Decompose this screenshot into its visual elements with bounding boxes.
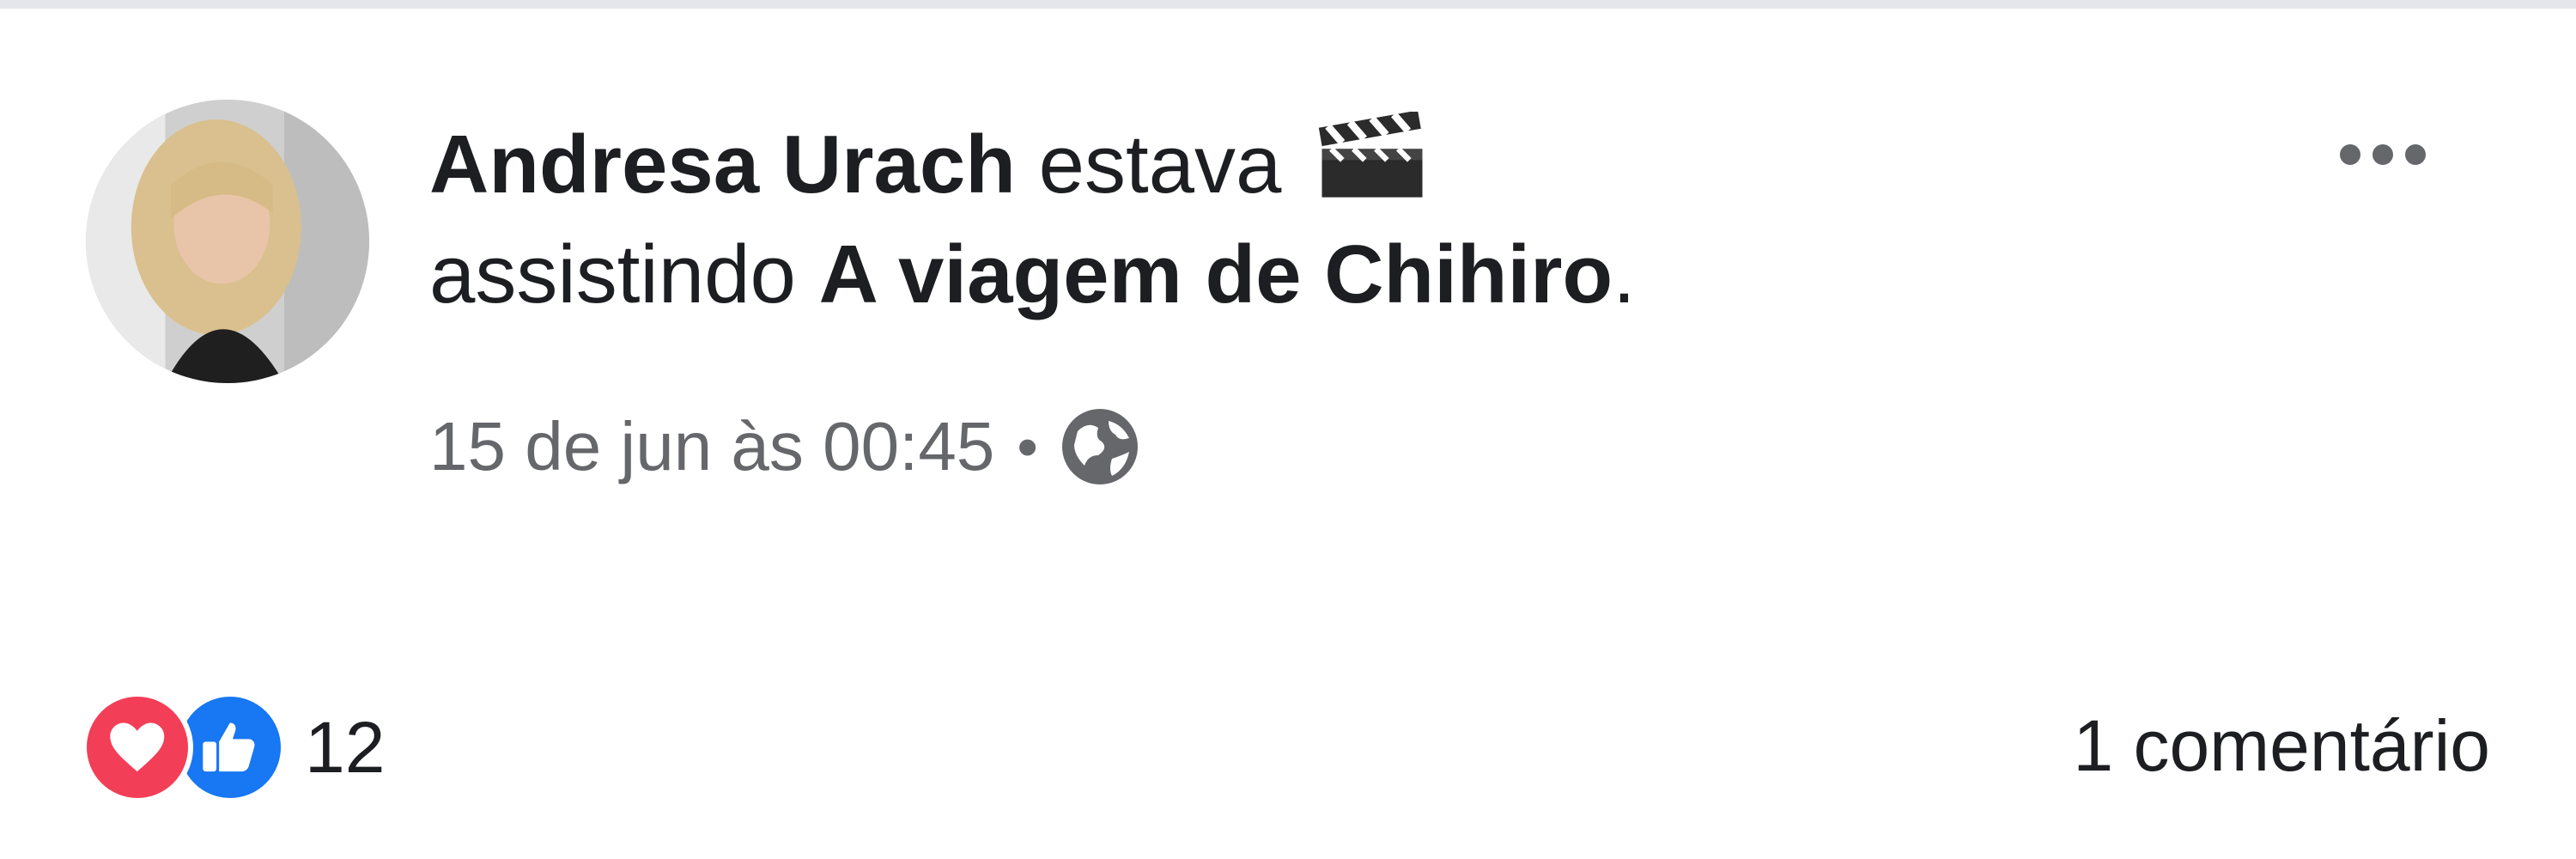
author-name[interactable]: Andresa Urach: [429, 119, 1016, 210]
activity-object[interactable]: A viagem de Chihiro: [819, 228, 1613, 320]
card-top-border: [0, 0, 2576, 9]
globe-icon[interactable]: [1057, 404, 1143, 490]
more-dot: [2340, 144, 2360, 165]
post-headline: Andresa Urach estava assistindo A viagem…: [429, 110, 2147, 330]
activity-verb: assistindo: [429, 228, 796, 320]
author-avatar[interactable]: [86, 100, 369, 383]
post-timestamp[interactable]: 15 de jun às 00:45: [429, 407, 994, 486]
reactions-summary[interactable]: 12: [82, 687, 385, 807]
activity-prefix: estava: [1038, 119, 1282, 210]
more-dot: [2372, 144, 2393, 165]
more-options-icon[interactable]: [2318, 129, 2447, 180]
comments-count-link[interactable]: 1 comentário: [2073, 704, 2490, 788]
love-icon: [82, 691, 193, 803]
post-card: Andresa Urach estava assistindo A viagem…: [0, 0, 2576, 859]
meta-separator: •: [1017, 413, 1038, 480]
activity-suffix: .: [1613, 228, 1636, 320]
reaction-count: 12: [305, 706, 386, 788]
more-dot: [2405, 144, 2426, 165]
clapperboard-icon: [1316, 112, 1428, 201]
post-meta: 15 de jun às 00:45 •: [429, 404, 1143, 490]
